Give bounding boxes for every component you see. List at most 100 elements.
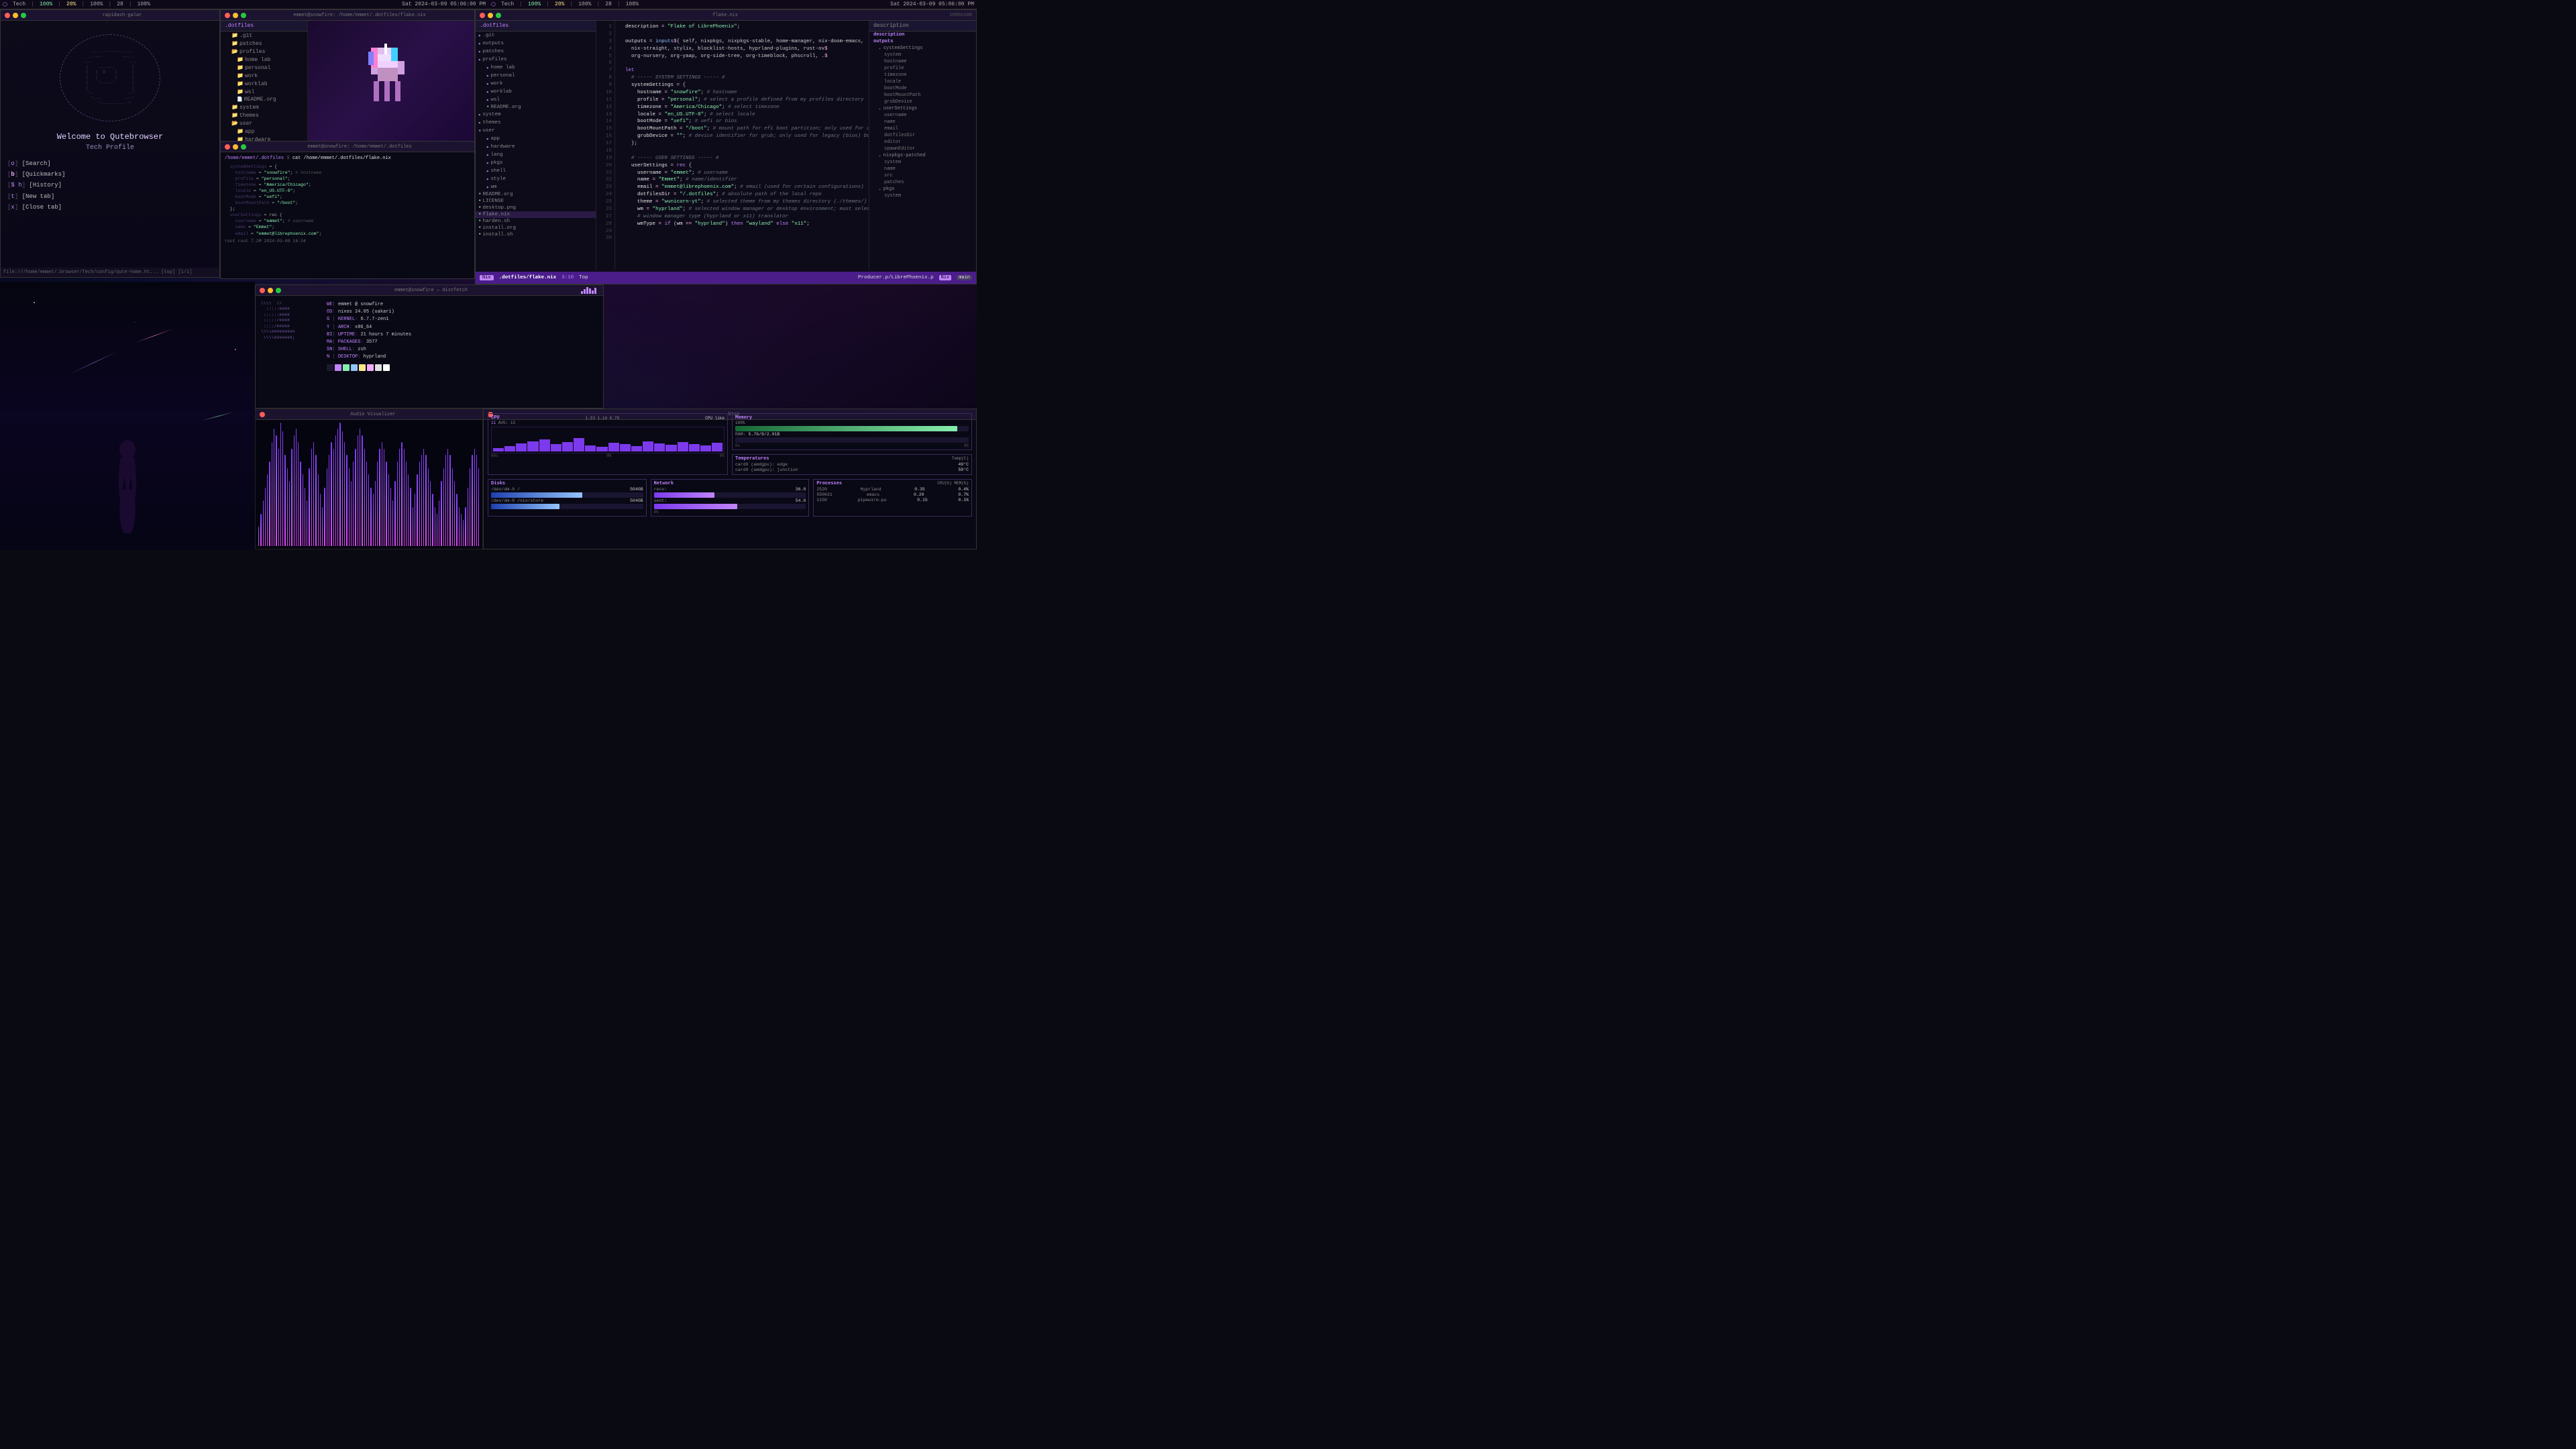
tree-work[interactable]: 📁work [221, 72, 307, 80]
close-btn-2[interactable] [225, 13, 230, 18]
code-tree-outputs[interactable]: ▸ outputs [476, 40, 596, 48]
tree-readme1[interactable]: 📄README.org [221, 96, 307, 103]
code-tree-profile-personal[interactable]: ▸ personal [476, 72, 596, 80]
code-tree-profiles[interactable]: ▸ profiles [476, 56, 596, 64]
status-bat-left: 20% [66, 1, 76, 7]
cpu-bar [504, 446, 515, 451]
code-tree-profile-worklab[interactable]: ▸ worklab [476, 88, 596, 96]
outline-nixpkgs[interactable]: ▸ nixpkgs-patched [869, 152, 976, 159]
audio-bar [335, 435, 336, 546]
outline-bootmountpath[interactable]: bootMountPath [869, 92, 976, 99]
code-tree-themes[interactable]: ▸ themes [476, 119, 596, 127]
code-tree-user-app[interactable]: ▸ app [476, 135, 596, 143]
code-tree-hardensh[interactable]: • harden.sh [476, 218, 596, 225]
code-tree-flakenix[interactable]: • flake.nix [476, 211, 596, 218]
code-tree-user-lang[interactable]: ▸ lang [476, 151, 596, 159]
proc-mem-3: 0.1% [958, 498, 969, 502]
outline-spawneditor[interactable]: spawnEditor [869, 146, 976, 152]
tree-app[interactable]: 📁app [221, 127, 307, 136]
code-text-area[interactable]: description = "Flake of LibrePhoenix"; o… [615, 21, 869, 270]
outline-bootmode[interactable]: bootMode [869, 85, 976, 92]
tree-system[interactable]: 📁system [221, 103, 307, 111]
max-btn-5[interactable] [276, 288, 281, 293]
close-btn-4[interactable] [480, 13, 485, 18]
qute-menu-history[interactable]: [$ h] [History] [7, 180, 213, 191]
code-tree-user[interactable]: ▾ user [476, 127, 596, 135]
qute-menu-quickmarks[interactable]: [b] [Quickmarks] [7, 169, 213, 180]
outline-dotfilesdir[interactable]: dotfilesDir [869, 132, 976, 139]
code-tree-user-hw[interactable]: ▸ hardware [476, 143, 596, 151]
mem-footer: 0s0% [735, 443, 969, 448]
outline-nix-system[interactable]: system [869, 159, 976, 166]
tree-user[interactable]: 📂user [221, 119, 307, 127]
audio-bar [406, 462, 407, 546]
outline-description[interactable]: description [869, 32, 976, 38]
close-btn-3[interactable] [225, 144, 230, 150]
max-btn-4[interactable] [496, 13, 501, 18]
qute-menu-closetab[interactable]: [x] [Close tab] [7, 202, 213, 213]
code-tree-user-shell[interactable]: ▸ shell [476, 167, 596, 175]
outline-usersettings[interactable]: ▸ userSettings [869, 105, 976, 112]
outline-outputs[interactable]: outputs [869, 38, 976, 45]
tree-git[interactable]: 📁.git [221, 32, 307, 40]
outline-username[interactable]: username [869, 112, 976, 119]
outline-pkgs[interactable]: ▸ pkgs [869, 186, 976, 193]
tree-homelab[interactable]: 📁home lab [221, 56, 307, 64]
outline-nix-src[interactable]: src [869, 172, 976, 179]
tree-patches[interactable]: 📁patches [221, 40, 307, 48]
code-tree-installsh[interactable]: • install.sh [476, 231, 596, 238]
min-btn[interactable] [13, 13, 18, 18]
outline-systemsettings[interactable]: ▸ systemSettings [869, 45, 976, 52]
outline-locale[interactable]: locale [869, 78, 976, 85]
code-tree-desktop[interactable]: • desktop.png [476, 205, 596, 211]
outline-name[interactable]: name [869, 119, 976, 125]
code-tree-user-wm[interactable]: ▸ wm [476, 183, 596, 191]
max-btn-3[interactable] [241, 144, 246, 150]
outline-profile[interactable]: profile [869, 65, 976, 72]
code-tree-profile-readme[interactable]: • README.org [476, 104, 596, 111]
code-tree-profile-wsl[interactable]: ▸ wsl [476, 96, 596, 104]
tree-wsl[interactable]: 📁wsl [221, 88, 307, 96]
min-btn-5[interactable] [268, 288, 273, 293]
code-tree-user-pkgs[interactable]: ▸ pkgs [476, 159, 596, 167]
cpu-section: CPU 1.53 1.14 0.78 CPU like 11 AVG: 13 6… [488, 413, 728, 475]
max-btn-2[interactable] [241, 13, 246, 18]
max-btn[interactable] [21, 13, 26, 18]
statusbar-mode: Nix [480, 275, 494, 280]
outline-email[interactable]: email [869, 125, 976, 132]
qute-menu-newtab[interactable]: [t] [New tab] [7, 191, 213, 202]
code-tree-patches[interactable]: ▸ patches [476, 48, 596, 56]
qute-menu-search[interactable]: [o] [Search] [7, 158, 213, 169]
min-btn-2[interactable] [233, 13, 238, 18]
outline-hostname[interactable]: hostname [869, 58, 976, 65]
network-section: Network recv:36.0 sent:54.0 0% [651, 479, 810, 517]
tree-personal[interactable]: 📁personal [221, 64, 307, 72]
close-btn-5[interactable] [260, 288, 265, 293]
code-tree-profile-homelab[interactable]: ▸ home lab [476, 64, 596, 72]
tree-profiles[interactable]: 📂profiles [221, 48, 307, 56]
audio-bar [284, 455, 285, 546]
outline-editor[interactable]: editor [869, 139, 976, 146]
code-tree-git[interactable]: ▸ .git [476, 32, 596, 40]
cpu-bar [620, 444, 631, 451]
code-tree-installorg[interactable]: • install.org [476, 225, 596, 231]
outline-nix-name[interactable]: name [869, 166, 976, 172]
outline-pkgs-system[interactable]: system [869, 193, 976, 199]
outline-nix-patches[interactable]: patches [869, 179, 976, 186]
min-btn-4[interactable] [488, 13, 493, 18]
outline-grubdevice[interactable]: grubDevice [869, 99, 976, 105]
btop-content: CPU 1.53 1.14 0.78 CPU like 11 AVG: 13 6… [484, 409, 976, 549]
tree-themes[interactable]: 📁themes [221, 111, 307, 119]
close-btn[interactable] [5, 13, 10, 18]
audio-bar [465, 507, 466, 546]
code-tree-system[interactable]: ▸ system [476, 111, 596, 119]
tree-worklab[interactable]: 📁worklab [221, 80, 307, 88]
code-tree-profile-work[interactable]: ▸ work [476, 80, 596, 88]
outline-timezone[interactable]: timezone [869, 72, 976, 78]
code-tree-license[interactable]: • LICENSE [476, 198, 596, 205]
code-tree-readme[interactable]: • README.org [476, 191, 596, 198]
min-btn-3[interactable] [233, 144, 238, 150]
code-tree-user-style[interactable]: ▸ style [476, 175, 596, 183]
outline-system[interactable]: system [869, 52, 976, 58]
temps-header: Temperatures Temp(C) [735, 456, 969, 462]
